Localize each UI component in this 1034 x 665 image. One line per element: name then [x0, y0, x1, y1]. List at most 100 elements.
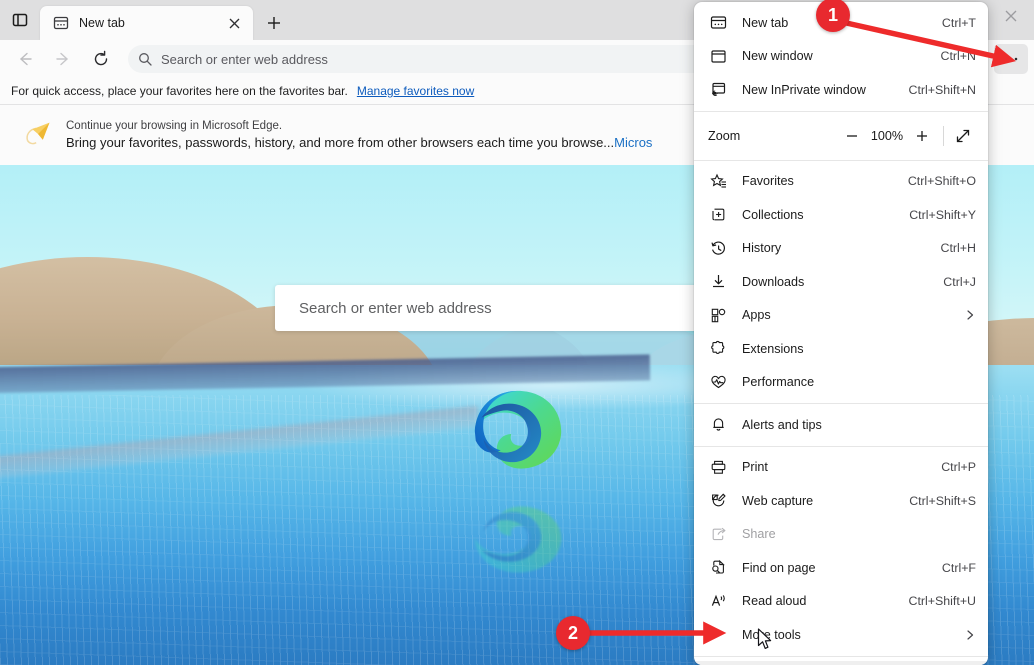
tab-new-tab[interactable]: New tab [40, 6, 253, 40]
manage-favorites-link[interactable]: Manage favorites now [357, 84, 474, 98]
menu-item-find-on-page[interactable]: Find on page Ctrl+F [694, 551, 988, 585]
edge-browser-window: New tab Search or enter web address For … [0, 0, 1034, 665]
new-window-icon [708, 46, 728, 66]
menu-item-collections[interactable]: Collections Ctrl+Shift+Y [694, 198, 988, 232]
refresh-button[interactable] [84, 44, 118, 74]
edge-app-menu: New tab Ctrl+T New window Ctrl+N New InP… [694, 2, 988, 665]
menu-item-share: Share [694, 518, 988, 552]
chevron-right-icon [962, 629, 976, 641]
menu-item-more-tools[interactable]: More tools [694, 618, 988, 652]
apps-grid-icon [708, 305, 728, 325]
new-tab-icon [708, 13, 728, 33]
zoom-value: 100% [870, 128, 904, 143]
menu-item-print[interactable]: Print Ctrl+P [694, 451, 988, 485]
menu-item-label: Apps [742, 308, 771, 323]
menu-item-accelerator: Ctrl+Shift+S [909, 493, 976, 508]
menu-item-accelerator: Ctrl+Shift+Y [909, 207, 976, 222]
menu-item-favorites[interactable]: Favorites Ctrl+Shift+O [694, 165, 988, 199]
new-tab-button[interactable] [257, 6, 291, 40]
zoom-label: Zoom [708, 128, 741, 143]
toolbar-right-actions [994, 44, 1028, 74]
fullscreen-button[interactable] [948, 121, 978, 151]
menu-item-label: New InPrivate window [742, 82, 866, 97]
plus-icon [268, 17, 280, 29]
menu-item-accelerator: Ctrl+J [943, 274, 976, 289]
search-icon [139, 53, 152, 66]
menu-item-label: Favorites [742, 174, 794, 189]
microsoft-edge-logo [474, 390, 562, 469]
bell-icon [708, 415, 728, 435]
menu-item-accelerator: Ctrl+P [941, 460, 976, 475]
window-controls [987, 0, 1034, 40]
menu-item-accelerator: Ctrl+H [940, 241, 976, 256]
find-on-page-icon [708, 558, 728, 578]
browser-more-button[interactable] [994, 44, 1028, 74]
menu-item-label: More tools [742, 627, 801, 642]
menu-item-accelerator: Ctrl+Shift+U [908, 594, 976, 609]
menu-item-apps[interactable]: Apps [694, 299, 988, 333]
menu-item-downloads[interactable]: Downloads Ctrl+J [694, 265, 988, 299]
menu-separator [694, 655, 988, 657]
import-browsing-data-icon [26, 122, 50, 145]
minus-icon [847, 134, 857, 137]
menu-item-label: Web capture [742, 493, 814, 508]
menu-item-read-aloud[interactable]: Read aloud Ctrl+Shift+U [694, 585, 988, 619]
share-icon [708, 524, 728, 544]
back-arrow-icon [20, 52, 32, 66]
divider [943, 125, 944, 146]
menu-zoom-row: Zoom 100% [694, 116, 988, 156]
printer-icon [708, 457, 728, 477]
menu-item-history[interactable]: History Ctrl+H [694, 232, 988, 266]
menu-item-extensions[interactable]: Extensions [694, 332, 988, 366]
menu-item-accelerator: Ctrl+Shift+O [907, 174, 976, 189]
zoom-in-button[interactable] [907, 121, 937, 151]
downloads-icon [708, 272, 728, 292]
menu-item-new-inprivate-window[interactable]: New InPrivate window Ctrl+Shift+N [694, 73, 988, 107]
fullscreen-icon [956, 129, 970, 142]
menu-item-label: Print [742, 460, 768, 475]
menu-separator [694, 403, 988, 404]
menu-item-label: Read aloud [742, 594, 807, 609]
callout-badge-2: 2 [556, 616, 590, 650]
favorites-bar-message: For quick access, place your favorites h… [11, 84, 348, 98]
menu-item-accelerator: Ctrl+Shift+N [908, 82, 976, 97]
menu-item-label: Performance [742, 375, 815, 390]
tab-search-button[interactable] [0, 0, 40, 40]
tab-title: New tab [79, 16, 125, 30]
mouse-pointer-cursor [757, 628, 772, 649]
tab-search-icon [12, 13, 28, 27]
close-icon [229, 18, 239, 28]
microsoft-edge-logo-reflection [474, 506, 562, 573]
menu-item-label: Collections [742, 207, 804, 222]
menu-item-label: New window [742, 49, 813, 64]
close-icon [1005, 10, 1016, 22]
notification-subtitle: Bring your favorites, passwords, history… [66, 135, 653, 150]
menu-item-label: Alerts and tips [742, 417, 822, 432]
menu-item-web-capture[interactable]: Web capture Ctrl+Shift+S [694, 484, 988, 518]
zoom-out-button[interactable] [837, 121, 867, 151]
notification-link[interactable]: Micros [614, 135, 652, 150]
window-close-button[interactable] [987, 0, 1034, 32]
menu-item-accelerator: Ctrl+F [941, 560, 976, 575]
menu-item-settings[interactable]: Settings [694, 660, 988, 665]
menu-item-accelerator: Ctrl+T [941, 15, 976, 30]
forward-button[interactable] [46, 44, 80, 74]
menu-item-label: Find on page [742, 560, 816, 575]
menu-item-label: Share [742, 527, 776, 542]
menu-item-accelerator: Ctrl+N [940, 49, 976, 64]
favorites-star-icon [708, 171, 728, 191]
menu-item-new-window[interactable]: New window Ctrl+N [694, 40, 988, 74]
menu-item-alerts-and-tips[interactable]: Alerts and tips [694, 408, 988, 442]
history-clock-icon [708, 238, 728, 258]
address-bar-placeholder: Search or enter web address [161, 51, 328, 67]
notification-text-block: Continue your browsing in Microsoft Edge… [66, 120, 652, 150]
forward-arrow-icon [56, 52, 68, 66]
notification-title: Continue your browsing in Microsoft Edge… [66, 120, 283, 132]
chevron-right-icon [962, 309, 976, 321]
menu-item-performance[interactable]: Performance [694, 366, 988, 400]
new-tab-search-box[interactable]: Search or enter web address [275, 285, 755, 331]
tab-close-button[interactable] [223, 12, 245, 34]
new-tab-search-placeholder: Search or enter web address [299, 299, 492, 317]
back-button[interactable] [8, 44, 42, 74]
more-tools-icon-placeholder [708, 625, 728, 645]
